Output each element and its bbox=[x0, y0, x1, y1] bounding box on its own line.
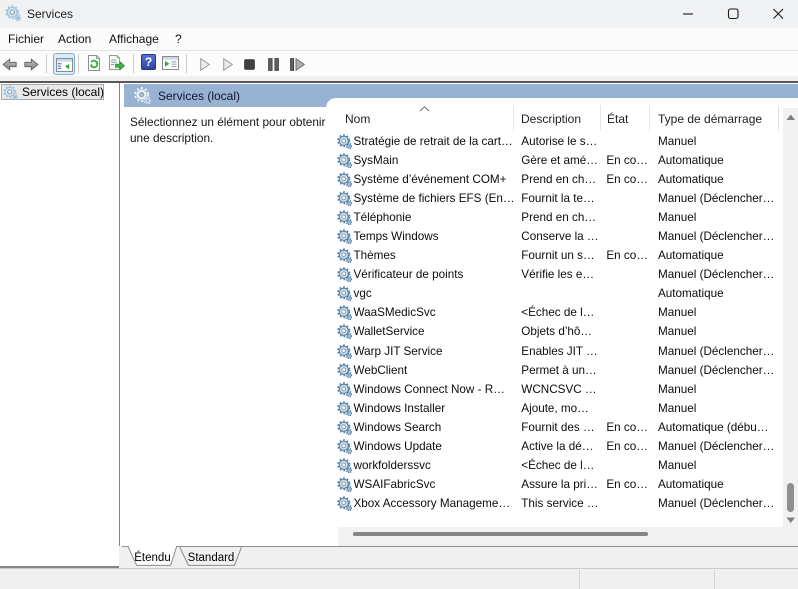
svg-text:Standard: Standard bbox=[188, 552, 235, 564]
svg-text:Étendu: Étendu bbox=[134, 551, 170, 564]
